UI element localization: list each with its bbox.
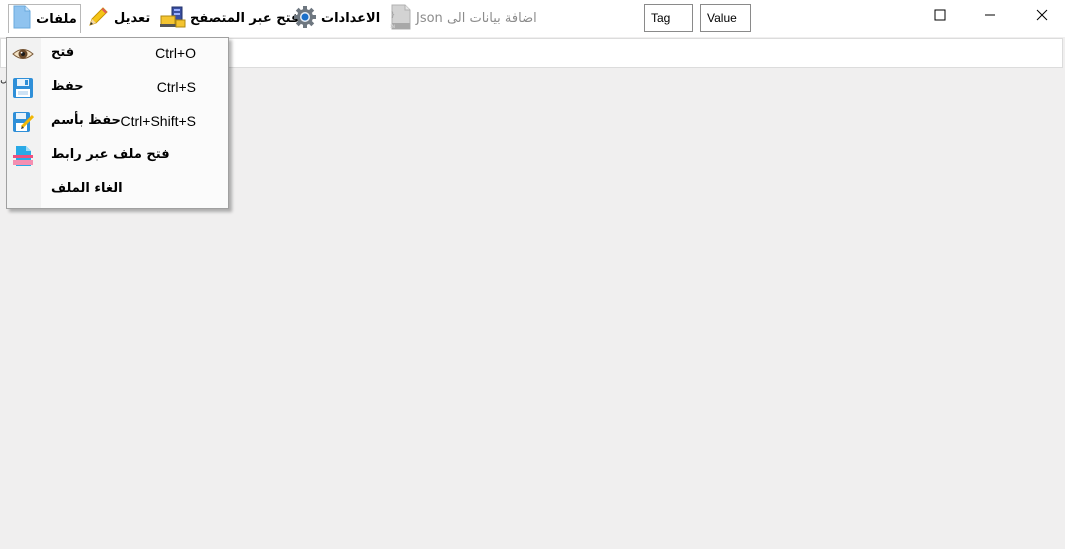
menu-item-open-shortcut: Ctrl+O — [155, 45, 196, 61]
menu-open-browser-label: فتح عبر المتصفح — [190, 11, 300, 26]
json-file-icon: {:} JSON — [382, 4, 412, 34]
menu-item-save-as-shortcut: Ctrl+Shift+S — [120, 113, 196, 129]
menu-item-close-file-label: الغاء الملف — [51, 181, 123, 196]
menu-item-save-label: حفظ — [51, 79, 84, 94]
menu-settings-label: الاعدادات — [321, 11, 381, 26]
menu-item-open-url-label: فتح ملف عبر رابط — [51, 147, 170, 162]
menu-files-label: ملفات — [36, 11, 77, 27]
menu-open-browser[interactable]: فتح عبر المتصفح — [160, 4, 299, 33]
menu-files[interactable]: ملفات — [8, 4, 81, 33]
menu-edit-label: تعديل — [114, 11, 151, 26]
gear-icon — [293, 5, 317, 33]
document-icon — [12, 5, 32, 33]
menu-item-close-file[interactable]: الغاء الملف — [7, 174, 228, 206]
link-file-icon — [12, 145, 34, 167]
minimize-icon — [984, 6, 996, 25]
close-icon — [1036, 6, 1048, 25]
svg-text:{:}: {:} — [390, 11, 395, 19]
menu-item-open[interactable]: فتح Ctrl+O — [7, 38, 228, 70]
menu-item-save-as[interactable]: حفظ بأسم Ctrl+Shift+S — [7, 106, 228, 138]
close-button[interactable] — [1019, 0, 1065, 30]
value-input[interactable]: Value — [700, 4, 751, 32]
title-bar: ملفات تعديل فتح عبر المتصفح الاعدادات اض… — [0, 0, 1065, 37]
save-icon — [12, 77, 34, 99]
menu-edit[interactable]: تعديل — [86, 4, 150, 33]
save-as-icon — [12, 111, 35, 133]
eye-icon — [12, 43, 34, 65]
menu-item-save[interactable]: حفظ Ctrl+S — [7, 72, 228, 104]
maximize-icon — [934, 6, 946, 25]
menu-item-open-url[interactable]: فتح ملف عبر رابط — [7, 140, 228, 172]
maximize-button[interactable] — [917, 0, 963, 30]
files-dropdown-menu: فتح Ctrl+O حفظ Ctrl+S حفظ بأسم Ctrl+Shif… — [6, 37, 229, 209]
minimize-button[interactable] — [967, 0, 1013, 30]
browser-icon — [160, 6, 186, 32]
menu-add-json[interactable]: اضافة بيانات الى Json {:} JSON — [382, 4, 537, 34]
svg-text:JSON: JSON — [390, 24, 395, 30]
menu-item-save-shortcut: Ctrl+S — [156, 79, 196, 95]
menu-add-json-label: اضافة بيانات الى Json — [416, 11, 537, 26]
menu-settings[interactable]: الاعدادات — [293, 4, 380, 33]
menu-item-save-as-label: حفظ بأسم — [51, 113, 121, 128]
pencil-icon — [86, 5, 110, 33]
tag-input[interactable]: Tag — [644, 4, 693, 32]
menu-item-open-label: فتح — [51, 45, 75, 60]
